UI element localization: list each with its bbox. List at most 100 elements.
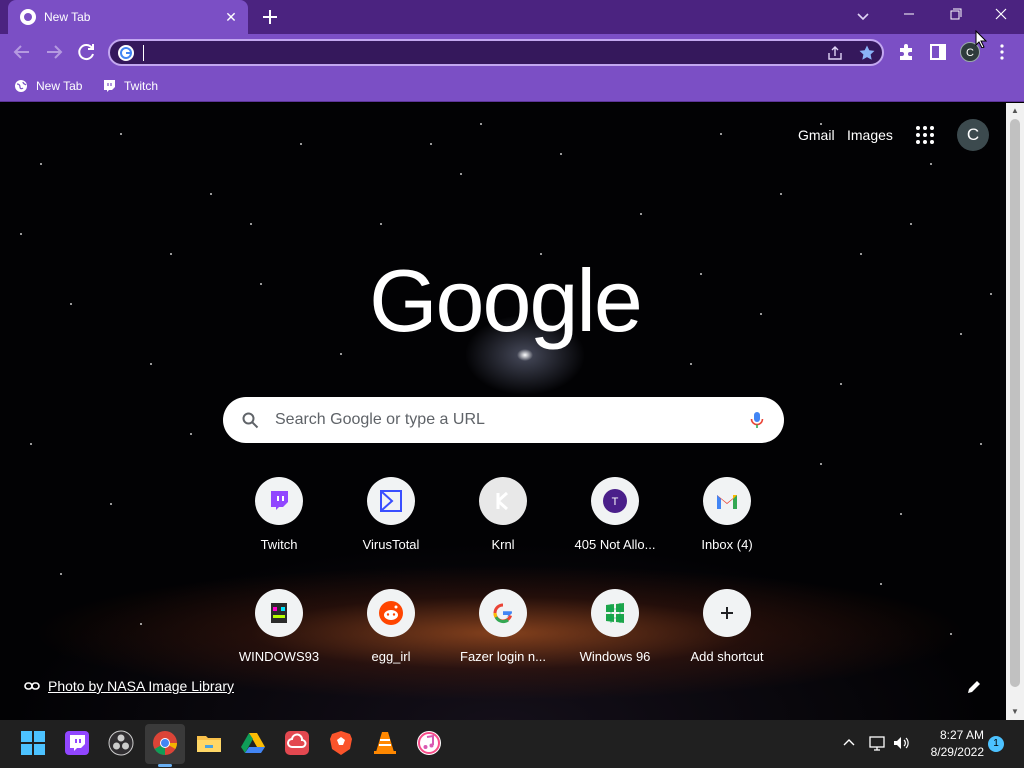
clock-date[interactable]: 8/29/2022	[920, 745, 984, 759]
gmail-link[interactable]: Gmail	[798, 127, 835, 143]
address-input[interactable]	[146, 43, 806, 63]
letter-t-icon: T	[603, 489, 627, 513]
scroll-thumb[interactable]	[1010, 119, 1020, 687]
network-icon[interactable]	[868, 734, 886, 752]
star-icon[interactable]	[858, 44, 876, 62]
search-box[interactable]	[223, 397, 784, 443]
active-indicator	[158, 764, 172, 767]
twitch-icon[interactable]	[64, 730, 90, 756]
google-drive-icon[interactable]	[240, 730, 266, 756]
shortcut-label: Fazer login n...	[460, 649, 546, 664]
minimize-icon[interactable]	[886, 0, 932, 30]
gmail-icon	[717, 495, 737, 509]
scroll-down-arrow[interactable]: ▼	[1010, 707, 1020, 717]
windows96-icon	[606, 603, 624, 623]
reddit-icon	[379, 601, 403, 625]
star	[110, 503, 112, 505]
scroll-up-arrow[interactable]: ▲	[1010, 106, 1020, 116]
star	[820, 463, 822, 465]
shortcut-egg-irl[interactable]: egg_irl	[335, 589, 447, 697]
shortcut-label: Krnl	[491, 537, 515, 552]
star	[760, 313, 762, 315]
shortcut-inbox[interactable]: Inbox (4)	[671, 477, 783, 585]
windows-start-icon[interactable]	[20, 730, 46, 756]
shortcut-windows-96[interactable]: Windows 96	[559, 589, 671, 697]
forward-button[interactable]	[42, 40, 66, 64]
plus-icon	[721, 607, 733, 619]
vlc-icon[interactable]	[372, 730, 398, 756]
back-button[interactable]	[10, 40, 34, 64]
images-link[interactable]: Images	[847, 127, 893, 143]
star	[910, 223, 912, 225]
itunes-icon[interactable]	[416, 730, 442, 756]
chrome-icon[interactable]	[152, 730, 178, 756]
brave-icon[interactable]	[328, 730, 354, 756]
file-explorer-icon[interactable]	[196, 730, 222, 756]
volume-icon[interactable]	[892, 734, 910, 752]
star	[300, 143, 302, 145]
shortcut-windows93[interactable]: WINDOWS93	[223, 589, 335, 697]
star	[60, 573, 62, 575]
shortcut-405-not-allowed[interactable]: T 405 Not Allo...	[559, 477, 671, 585]
star	[430, 143, 432, 145]
pencil-icon[interactable]	[964, 677, 984, 697]
address-bar[interactable]	[108, 39, 884, 66]
puzzle-icon[interactable]	[896, 42, 916, 62]
apps-grid-icon[interactable]	[915, 125, 935, 145]
new-tab-button[interactable]	[258, 5, 282, 29]
notification-badge[interactable]: 1	[988, 736, 1004, 752]
taskbar: 8:27 AM 8/29/2022 1	[0, 720, 1024, 768]
restore-icon[interactable]	[932, 0, 978, 30]
globe-icon	[15, 80, 27, 92]
star	[860, 253, 862, 255]
account-avatar[interactable]: C	[957, 119, 989, 151]
link-icon	[24, 682, 40, 690]
kebab-menu-icon[interactable]	[992, 42, 1012, 62]
search-icon	[242, 412, 259, 429]
google-g-icon	[118, 45, 134, 61]
mic-icon[interactable]	[747, 410, 767, 430]
star	[560, 153, 562, 155]
krnl-icon	[496, 491, 508, 511]
twitch-icon	[104, 80, 115, 92]
tab-new-tab[interactable]: New Tab ✕	[8, 0, 248, 34]
bookmark-label: New Tab	[36, 79, 83, 93]
add-shortcut-button[interactable]: Add shortcut	[671, 589, 783, 697]
shortcut-fazer-login[interactable]: Fazer login n...	[447, 589, 559, 697]
photo-credit-link[interactable]: Photo by NASA Image Library	[24, 677, 234, 695]
shortcut-icon-wrap	[479, 477, 527, 525]
clock-time[interactable]: 8:27 AM	[920, 728, 984, 742]
close-icon[interactable]	[978, 0, 1024, 30]
shortcut-twitch[interactable]: Twitch	[223, 477, 335, 585]
share-icon[interactable]	[826, 44, 844, 62]
star	[640, 213, 642, 215]
shortcut-label: Twitch	[260, 537, 298, 552]
shortcut-icon-wrap	[703, 589, 751, 637]
chevron-up-icon[interactable]	[840, 734, 858, 752]
star	[480, 123, 482, 125]
google-g-icon	[493, 603, 513, 624]
reload-button[interactable]	[74, 40, 98, 64]
bookmarks-bar: New Tab Twitch	[0, 70, 1024, 102]
star	[150, 363, 152, 365]
search-input[interactable]	[275, 409, 735, 431]
chevron-down-icon[interactable]	[852, 5, 874, 27]
obs-icon[interactable]	[108, 730, 134, 756]
shortcut-virustotal[interactable]: VirusTotal	[335, 477, 447, 585]
shortcut-label: WINDOWS93	[238, 649, 320, 664]
page-scrollbar[interactable]: ▲ ▼	[1006, 103, 1024, 720]
virustotal-icon	[380, 490, 402, 512]
star	[20, 233, 22, 235]
side-panel-icon[interactable]	[928, 42, 948, 62]
close-icon[interactable]: ✕	[222, 8, 240, 26]
toolbar: C	[0, 34, 1024, 70]
star	[140, 623, 142, 625]
star	[820, 123, 822, 125]
creative-cloud-icon[interactable]	[284, 730, 310, 756]
shortcut-label: 405 Not Allo...	[574, 537, 656, 552]
shortcut-krnl[interactable]: Krnl	[447, 477, 559, 585]
star	[190, 433, 192, 435]
star	[980, 443, 982, 445]
bookmark-twitch[interactable]: Twitch	[102, 76, 158, 96]
bookmark-new-tab[interactable]: New Tab	[14, 76, 82, 96]
